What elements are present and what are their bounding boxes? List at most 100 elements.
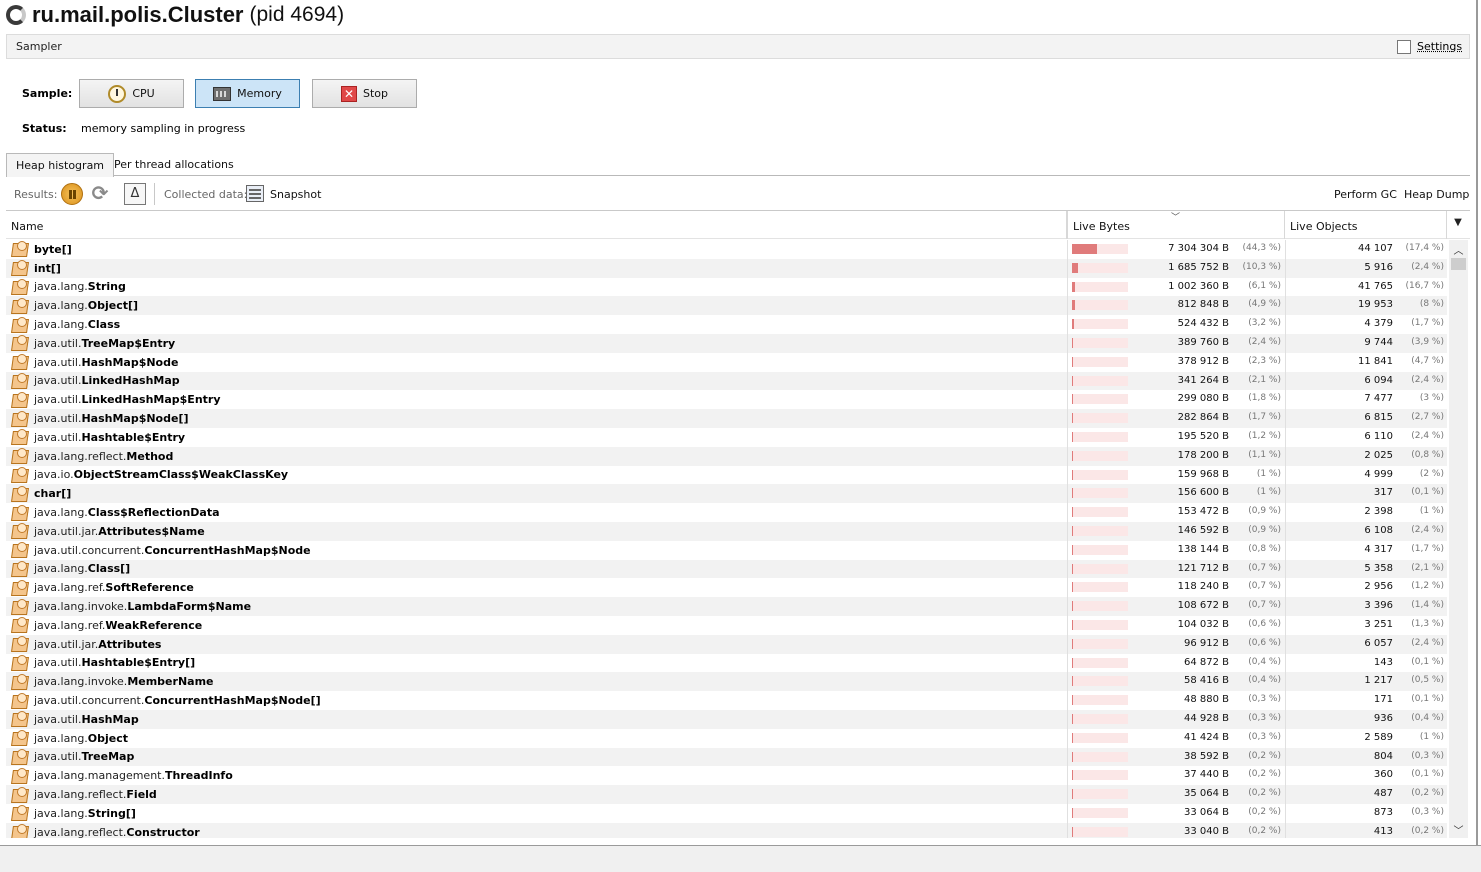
table-row[interactable]: java.util. HashMap$Node[] 282 864 B (1,7 %)… bbox=[6, 409, 1447, 428]
cell-live-bytes: 138 144 B (0,8 %) bbox=[1067, 540, 1285, 560]
table-row[interactable]: java.lang.reflect. Method 178 200 B (1,1 %… bbox=[6, 446, 1447, 466]
tab-heap-histogram[interactable]: Heap histogram bbox=[6, 153, 115, 177]
table-row[interactable]: java.util. TreeMap 38 592 B (0,2 %) 804 (0,3 … bbox=[6, 747, 1447, 767]
live-bytes-percent: (0,3 %) bbox=[1248, 694, 1281, 705]
stop-button[interactable]: ✕ Stop bbox=[312, 79, 417, 108]
snapshot-icon[interactable] bbox=[246, 185, 264, 202]
java-class-icon bbox=[11, 560, 29, 577]
live-bytes-percent: (0,2 %) bbox=[1248, 825, 1281, 836]
table-row[interactable]: java.lang.ref. SoftReference 118 240 B (0,… bbox=[6, 578, 1447, 598]
cell-class-name: java.util.jar. Attributes$Name bbox=[6, 522, 1067, 541]
class-name: String bbox=[87, 280, 126, 294]
snapshot-button[interactable]: Snapshot bbox=[270, 188, 321, 201]
table-row[interactable]: java.lang.reflect. Field 35 064 B (0,2 %) 4… bbox=[6, 785, 1447, 804]
package-name: java.util.concurrent. bbox=[34, 694, 145, 708]
column-chooser-icon[interactable]: ▼ bbox=[1449, 217, 1467, 233]
live-objects-value: 1 217 bbox=[1364, 675, 1393, 687]
live-bytes-percent: (4,9 %) bbox=[1248, 299, 1281, 310]
table-row[interactable]: java.lang.invoke. LambdaForm$Name 108 672… bbox=[6, 597, 1447, 616]
table-row[interactable]: java.lang. String[] 33 064 B (0,2 %) 873 (0,… bbox=[6, 804, 1447, 823]
tab-per-thread-allocations[interactable]: Per thread allocations bbox=[105, 153, 243, 176]
cpu-button-label: CPU bbox=[132, 87, 155, 100]
sampler-section-header[interactable]: Sampler Settings bbox=[6, 34, 1470, 59]
package-name: java.lang.invoke. bbox=[34, 675, 128, 689]
table-row[interactable]: java.lang.ref. WeakReference 104 032 B (0,… bbox=[6, 616, 1447, 635]
perform-gc-button[interactable]: Perform GC bbox=[1334, 188, 1397, 201]
heap-dump-button[interactable]: Heap Dump bbox=[1404, 188, 1469, 201]
cell-class-name: java.lang. Class bbox=[6, 315, 1067, 334]
scroll-up-icon[interactable]: ︿ bbox=[1449, 242, 1468, 257]
scroll-down-icon[interactable]: ﹀ bbox=[1449, 822, 1468, 837]
class-name: WeakReference bbox=[105, 618, 203, 632]
table-row[interactable]: java.util. Hashtable$Entry 195 520 B (1,2 %… bbox=[6, 428, 1447, 447]
table-row[interactable]: int[] 1 685 752 B (10,3 %) 5 916 (2,4 %) bbox=[6, 258, 1447, 278]
live-bytes-bar-fill bbox=[1072, 488, 1073, 499]
live-bytes-value: 44 928 B bbox=[1183, 713, 1229, 724]
live-bytes-bar bbox=[1072, 808, 1128, 818]
cell-class-name: java.util. LinkedHashMap$Entry bbox=[6, 390, 1067, 409]
table-row[interactable]: java.util. LinkedHashMap$Entry 299 080 B (1… bbox=[6, 390, 1447, 410]
class-name: ObjectStreamClass$WeakClassKey bbox=[73, 468, 289, 482]
live-bytes-value: 96 912 B bbox=[1183, 637, 1229, 649]
cell-live-bytes: 156 600 B (1 %) bbox=[1067, 484, 1285, 504]
live-objects-value: 7 477 bbox=[1364, 393, 1393, 405]
delta-icon[interactable]: Δ bbox=[124, 183, 146, 205]
table-row[interactable]: java.lang. Class$ReflectionData 153 472 B… bbox=[6, 503, 1447, 522]
live-bytes-bar bbox=[1072, 469, 1128, 480]
live-bytes-value: 118 240 B bbox=[1177, 581, 1229, 593]
live-bytes-percent: (0,7 %) bbox=[1248, 562, 1281, 573]
column-header-name[interactable]: Name bbox=[6, 211, 1067, 239]
cpu-button[interactable]: CPU bbox=[79, 79, 184, 108]
table-row[interactable]: char[] 156 600 B (1 %) 317 (0,1 %) bbox=[6, 484, 1447, 504]
table-row[interactable]: java.util. LinkedHashMap 341 264 B (2,1 %) 6… bbox=[6, 371, 1447, 391]
table-row[interactable]: java.util. TreeMap$Entry 389 760 B (2,4 %) 9… bbox=[6, 334, 1447, 353]
status-value: memory sampling in progress bbox=[81, 122, 246, 135]
table-row[interactable]: java.util.jar. Attributes 96 912 B (0,6 %)… bbox=[6, 634, 1447, 654]
table-row[interactable]: java.lang. Class[] 121 712 B (0,7 %) 5 358 (… bbox=[6, 559, 1447, 579]
live-bytes-value: 195 520 B bbox=[1177, 431, 1229, 442]
settings-label[interactable]: Settings bbox=[1417, 40, 1462, 53]
table-row[interactable]: java.lang. String 1 002 360 B (6,1 %) 41 765… bbox=[6, 277, 1447, 297]
memory-button[interactable]: Memory bbox=[195, 79, 300, 108]
table-row[interactable]: java.util. Hashtable$Entry[] 64 872 B (0,4 … bbox=[6, 653, 1447, 673]
live-bytes-bar bbox=[1072, 356, 1128, 367]
class-name: Class[] bbox=[87, 562, 131, 576]
java-class-icon bbox=[11, 372, 29, 389]
cell-live-objects: 1 217 (0,5 %) bbox=[1285, 672, 1447, 692]
table-row[interactable]: java.util.jar. Attributes$Name 146 592 B (… bbox=[6, 522, 1447, 541]
table-row[interactable]: java.util.concurrent. ConcurrentHashMap$… bbox=[6, 691, 1447, 710]
table-row[interactable]: java.lang.invoke. MemberName 58 416 B (0,4… bbox=[6, 672, 1447, 692]
live-bytes-bar-fill bbox=[1072, 770, 1073, 781]
live-objects-percent: (0,5 %) bbox=[1411, 675, 1444, 686]
cell-live-bytes: 121 712 B (0,7 %) bbox=[1067, 559, 1285, 579]
table-row[interactable]: java.util. HashMap 44 928 B (0,3 %) 936 (0,4 … bbox=[6, 710, 1447, 729]
java-class-icon bbox=[11, 316, 29, 333]
table-row[interactable]: java.lang.reflect. Constructor 33 040 B (0… bbox=[6, 822, 1447, 838]
table-row[interactable]: java.lang. Class 524 432 B (3,2 %) 4 379 (1,7… bbox=[6, 315, 1447, 334]
refresh-icon[interactable]: ⟳ bbox=[89, 183, 111, 205]
table-row[interactable]: java.lang. Object[] 812 848 B (4,9 %) 19 953… bbox=[6, 296, 1447, 316]
package-name: java.lang. bbox=[34, 318, 88, 332]
package-name: java.lang.ref. bbox=[34, 581, 106, 595]
table-row[interactable]: java.lang.management. ThreadInfo 37 440 B… bbox=[6, 766, 1447, 786]
table-row[interactable]: java.io. ObjectStreamClass$WeakClassKey 1… bbox=[6, 465, 1447, 485]
java-class-icon bbox=[11, 673, 29, 690]
column-header-live-objects[interactable]: Live Objects bbox=[1285, 211, 1447, 239]
live-objects-value: 873 bbox=[1373, 807, 1393, 818]
settings-checkbox[interactable] bbox=[1397, 40, 1411, 54]
table-row[interactable]: java.util. HashMap$Node 378 912 B (2,3 %) 11… bbox=[6, 352, 1447, 372]
table-row[interactable]: java.lang. Object 41 424 B (0,3 %) 2 589 (1 … bbox=[6, 728, 1447, 748]
sort-descending-icon: ﹀ bbox=[1171, 213, 1181, 223]
live-bytes-bar bbox=[1072, 582, 1128, 593]
vertical-scrollbar[interactable]: ︿ ﹀ bbox=[1449, 240, 1468, 838]
pause-icon[interactable] bbox=[61, 183, 83, 205]
table-row[interactable]: java.util.concurrent. ConcurrentHashMap$… bbox=[6, 540, 1447, 560]
live-bytes-bar-fill bbox=[1072, 375, 1073, 386]
package-name: java.lang.ref. bbox=[34, 618, 106, 632]
package-name: java.lang. bbox=[34, 731, 88, 745]
scroll-thumb[interactable] bbox=[1451, 258, 1466, 270]
java-class-icon bbox=[11, 636, 29, 652]
cell-class-name: java.lang.reflect. Field bbox=[6, 785, 1067, 804]
table-row[interactable]: byte[] 7 304 304 B (44,3 %) 44 107 (17,4 %) bbox=[6, 240, 1447, 259]
live-objects-value: 936 bbox=[1373, 713, 1393, 724]
